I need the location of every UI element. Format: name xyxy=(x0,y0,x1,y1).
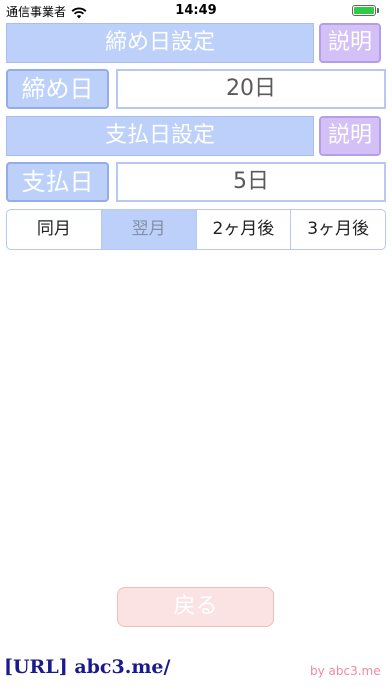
closing-day-value-field[interactable]: 20日 xyxy=(116,69,386,109)
payment-day-value-field[interactable]: 5日 xyxy=(116,162,386,202)
back-button[interactable]: 戻る xyxy=(117,587,274,627)
url-link[interactable]: [URL] abc3.me/ xyxy=(4,656,170,678)
closing-day-help-button[interactable]: 説明 xyxy=(319,23,381,63)
payment-day-label-button[interactable]: 支払日 xyxy=(6,162,109,202)
battery-tip xyxy=(377,8,379,13)
closing-day-header: 締め日設定 xyxy=(6,23,314,63)
closing-day-label-button[interactable]: 締め日 xyxy=(6,69,109,109)
clock: 14:49 xyxy=(175,3,217,18)
segment-same-month[interactable]: 同月 xyxy=(7,210,101,249)
battery-icon xyxy=(352,5,376,16)
segment-three-months-later[interactable]: 3ヶ月後 xyxy=(290,210,385,249)
segment-two-months-later[interactable]: 2ヶ月後 xyxy=(195,210,291,249)
payment-day-help-button[interactable]: 説明 xyxy=(319,116,381,156)
payment-month-segmented-control: 同月 翌月 2ヶ月後 3ヶ月後 xyxy=(6,209,386,250)
payment-day-header: 支払日設定 xyxy=(6,116,314,156)
segment-next-month[interactable]: 翌月 xyxy=(100,210,196,249)
credit-label: by abc3.me xyxy=(310,664,381,678)
status-bar: 通信事業者 14:49 xyxy=(0,0,392,22)
